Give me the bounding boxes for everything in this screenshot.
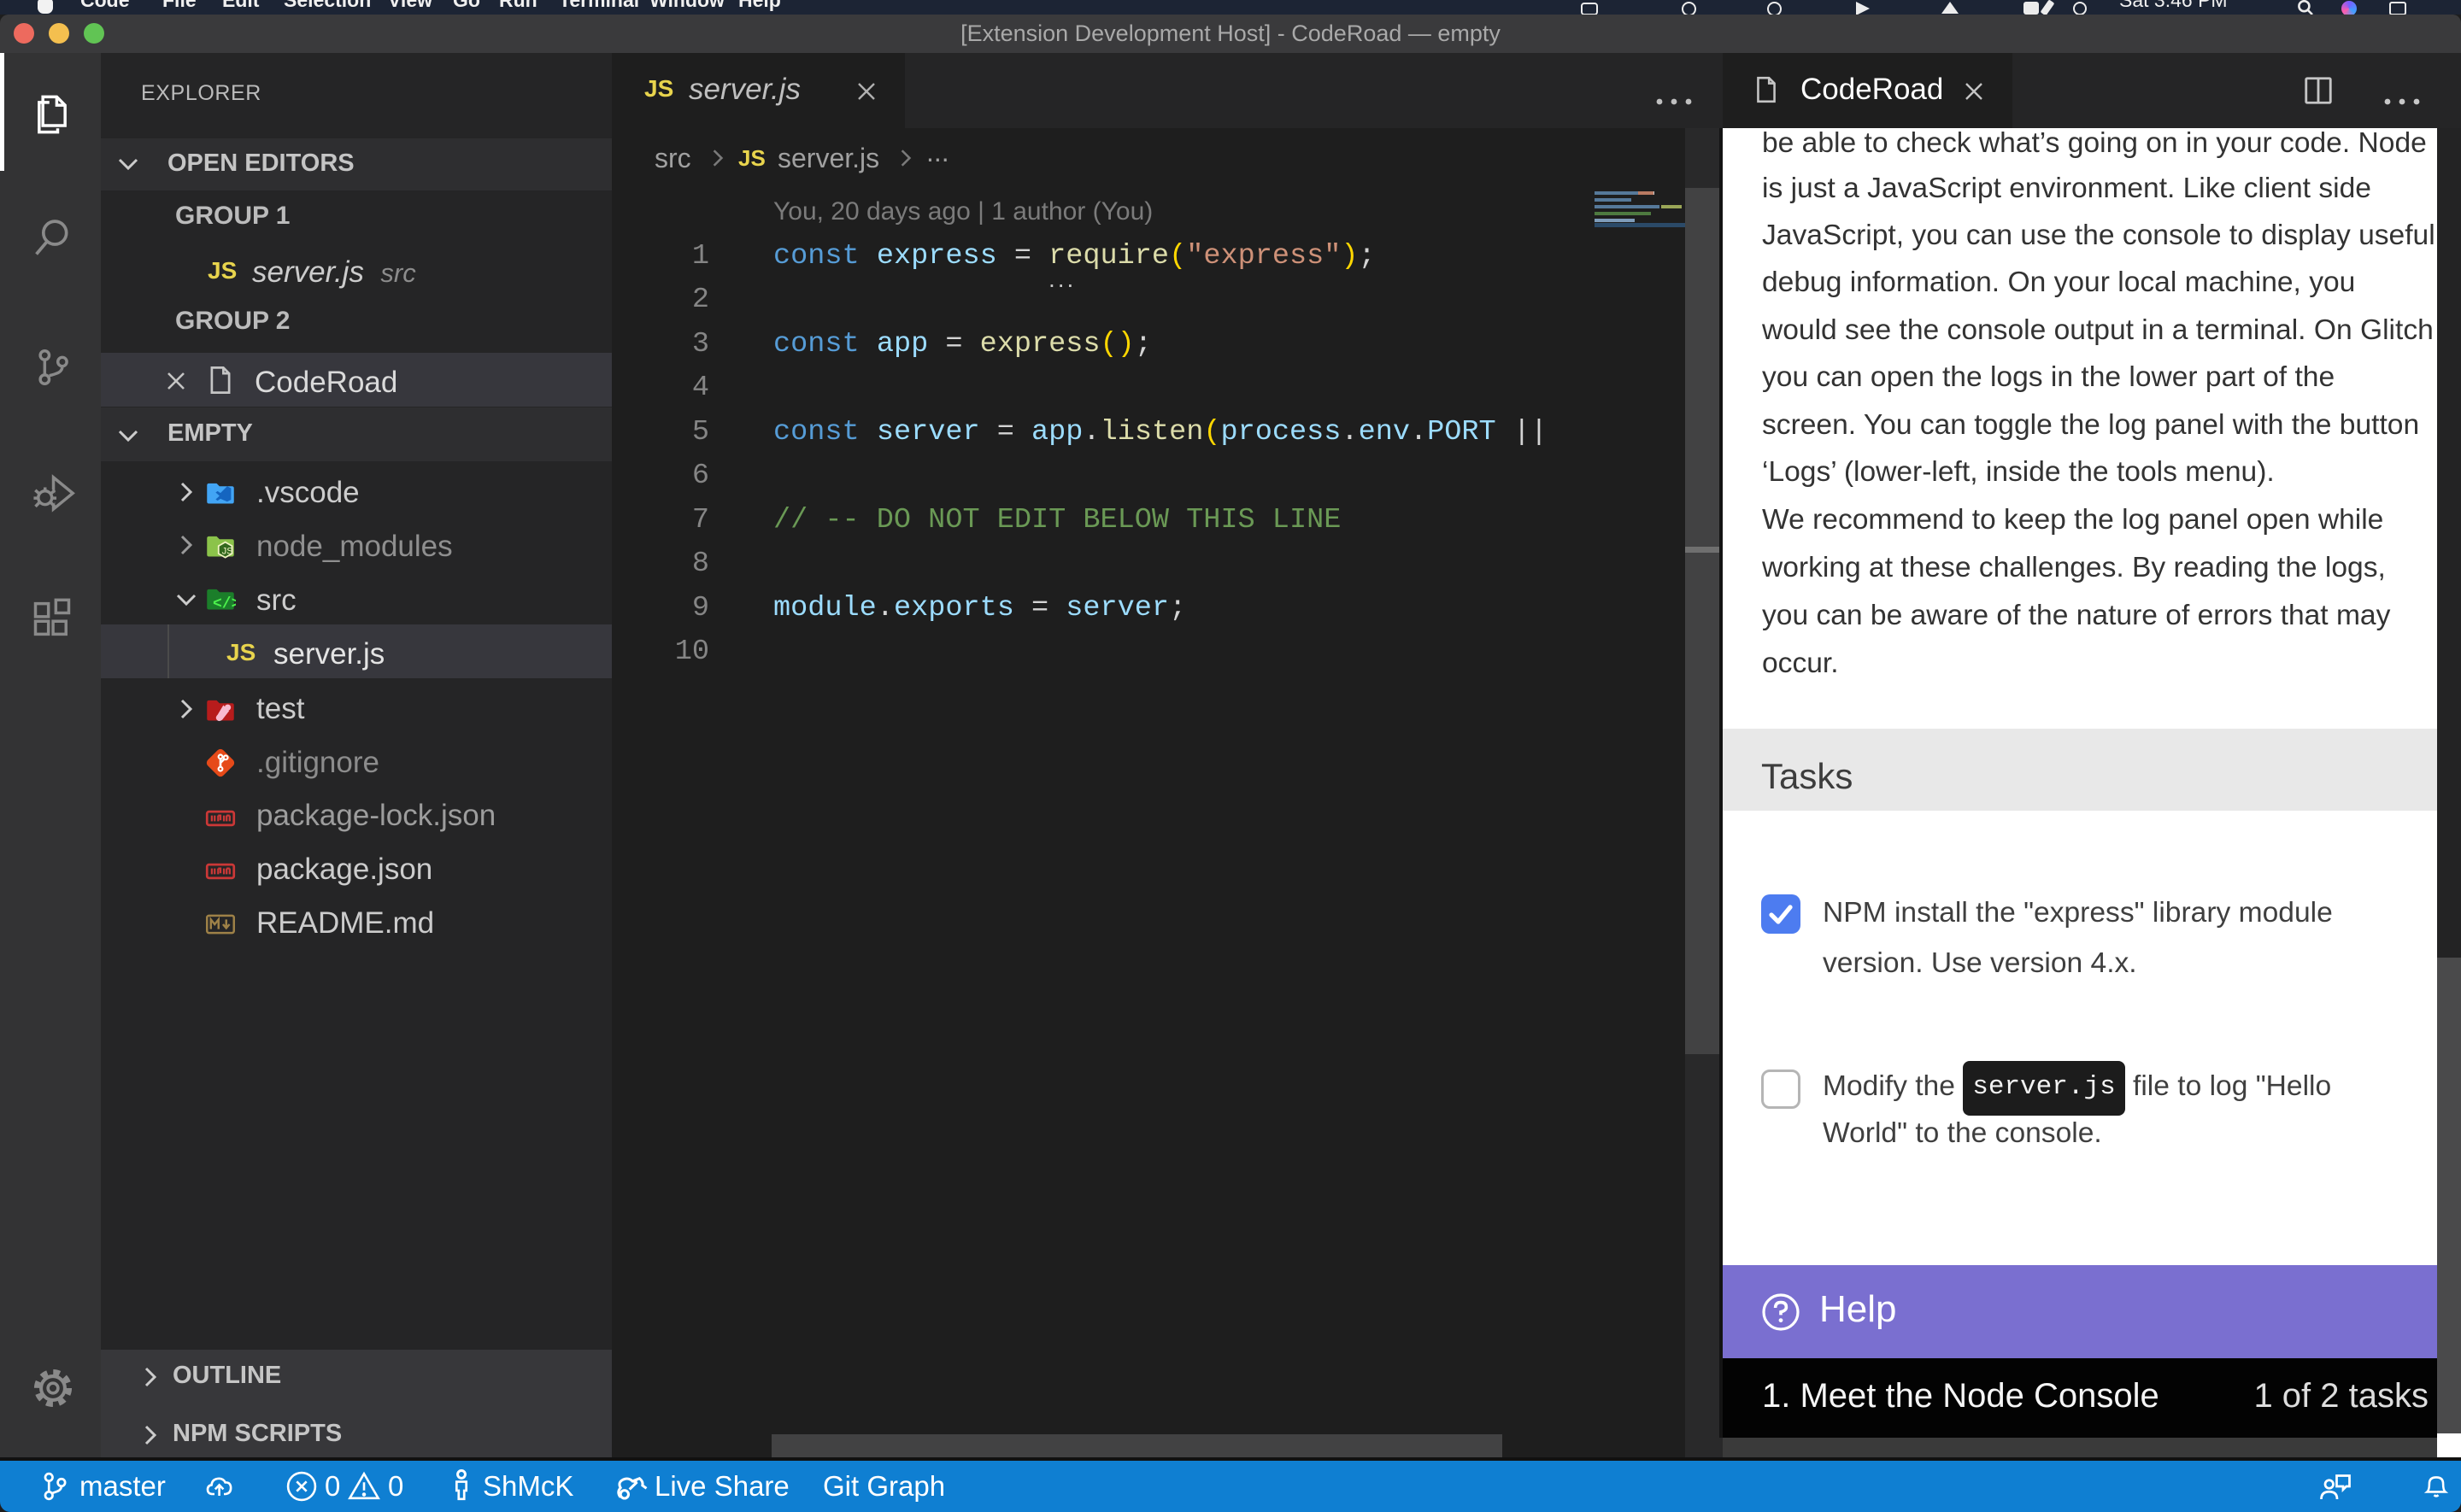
svg-text:</>: </> (213, 595, 236, 612)
svg-text:JS: JS (222, 547, 233, 557)
